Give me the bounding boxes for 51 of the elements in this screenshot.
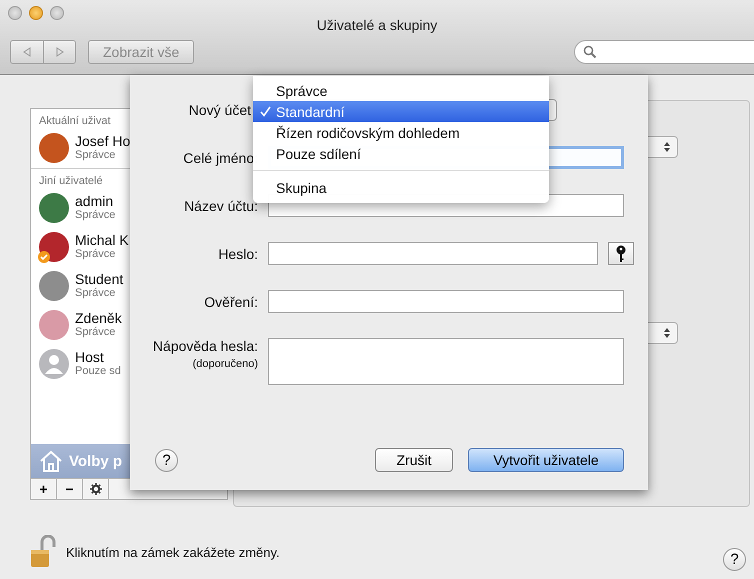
close-button[interactable] [8, 6, 22, 20]
user-name[interactable]: Student [75, 272, 124, 287]
user-name[interactable]: Josef Ho [75, 134, 130, 149]
user-role: Správce [75, 326, 116, 339]
user-role: Pouze sd [75, 365, 121, 378]
search-icon [583, 45, 597, 59]
help-button[interactable]: ? [723, 548, 746, 570]
field-sublabel: (doporučeno) [192, 358, 258, 370]
house-icon [39, 450, 63, 472]
user-name[interactable]: Host [75, 350, 121, 365]
remove-user-button[interactable]: − [57, 479, 83, 499]
hint-text-area[interactable] [268, 338, 624, 385]
user-role: Správce [75, 248, 116, 261]
login-options-label: Volby p [69, 452, 122, 470]
field-label: Ověření: [204, 294, 258, 310]
user-role: Správce [75, 287, 116, 300]
minimize-button[interactable] [29, 6, 43, 20]
field-label: Název účtu: [184, 198, 258, 214]
user-role: Správce [75, 209, 116, 222]
field-label: Heslo: [218, 246, 258, 262]
password-field[interactable] [268, 242, 598, 265]
menu-item[interactable]: Standardní [253, 101, 549, 122]
user-role: Správce [75, 149, 116, 162]
section-heading: Aktuální uživat [39, 115, 111, 127]
section-heading: Jiní uživatelé [39, 175, 103, 187]
field-label: Nový účet [188, 102, 251, 118]
key-icon [616, 244, 626, 262]
menu-item[interactable]: Správce [253, 80, 549, 101]
menu-item[interactable]: Řízen rodičovským dohledem [253, 122, 549, 143]
back-arrow-icon [22, 47, 32, 57]
text-field[interactable] [268, 290, 624, 313]
stepper-arrows-icon [663, 327, 671, 339]
checkmark-icon [260, 106, 271, 117]
gear-icon [90, 483, 102, 495]
zoom-button[interactable] [50, 6, 64, 20]
search-field[interactable] [574, 40, 754, 64]
user-name[interactable]: Michal K [75, 233, 129, 248]
menu-item[interactable]: Skupina [253, 177, 549, 198]
lock-hint-text: Kliknutím na zámek zakážete změny. [66, 544, 280, 560]
user-name[interactable]: admin [75, 194, 116, 209]
password-assistant-button[interactable] [608, 242, 634, 265]
cancel-button[interactable]: Zrušit [375, 448, 453, 472]
field-label: Nápověda hesla: [152, 338, 258, 354]
add-user-button[interactable]: + [31, 479, 57, 499]
lock-icon[interactable] [30, 535, 58, 569]
user-name[interactable]: Zdeněk [75, 311, 122, 326]
create-user-button[interactable]: Vytvořit uživatele [468, 448, 624, 472]
stepper-arrows-icon [663, 141, 671, 153]
help-button[interactable]: ? [155, 448, 178, 472]
forward-arrow-icon [54, 47, 64, 57]
window-title: Uživatelé a skupiny [316, 16, 438, 34]
